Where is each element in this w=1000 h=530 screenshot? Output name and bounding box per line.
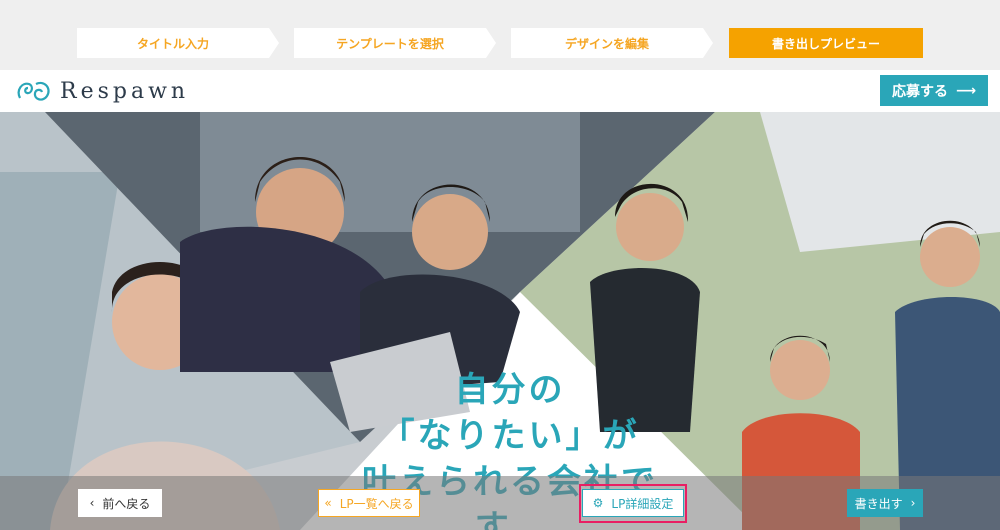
gear-icon: ⚙ bbox=[592, 496, 604, 510]
respawn-logo-icon bbox=[17, 81, 50, 101]
export-label: 書き出す bbox=[854, 496, 903, 511]
step-label: 書き出しプレビュー bbox=[771, 36, 880, 51]
step-select-template[interactable]: テンプレートを選択 bbox=[294, 28, 496, 58]
headline-line-1: 自分の bbox=[454, 370, 566, 410]
site-header: Respawn 応募する ⟶ bbox=[0, 70, 1000, 112]
chevron-left-icon: ‹ bbox=[89, 496, 95, 510]
prev-label: 前へ戻る bbox=[102, 496, 151, 511]
logo: Respawn bbox=[14, 76, 189, 106]
lp-list-label: LP一覧へ戻る bbox=[339, 496, 414, 511]
step-arrow-icon bbox=[269, 28, 279, 58]
arrow-right-icon: ⟶ bbox=[955, 82, 977, 99]
chevron-right-icon: › bbox=[910, 496, 916, 510]
preview-toolbar: ‹ 前へ戻る « LP一覧へ戻る ⚙ LP詳細設定 書き出す › bbox=[0, 476, 1000, 530]
step-arrow-icon bbox=[486, 28, 496, 58]
prev-button[interactable]: ‹ 前へ戻る bbox=[78, 489, 162, 517]
lp-detail-label: LP詳細設定 bbox=[611, 496, 674, 511]
apply-label: 応募する bbox=[891, 83, 948, 100]
logo-text: Respawn bbox=[60, 78, 190, 104]
export-button[interactable]: 書き出す › bbox=[847, 489, 923, 517]
hero-image: 自分の 「なりたい」が 叶えられる会社です。 bbox=[0, 112, 1000, 530]
lp-detail-settings-button[interactable]: ⚙ LP詳細設定 bbox=[582, 489, 684, 517]
step-export-preview[interactable]: 書き出しプレビュー bbox=[729, 28, 923, 58]
apply-button[interactable]: 応募する ⟶ bbox=[880, 75, 988, 106]
double-chevron-left-icon: « bbox=[324, 496, 332, 510]
step-title-input[interactable]: タイトル入力 bbox=[77, 28, 279, 58]
step-label: デザインを編集 bbox=[564, 36, 649, 51]
headline-line-2: 「なりたい」が bbox=[380, 416, 640, 456]
lp-list-button[interactable]: « LP一覧へ戻る bbox=[318, 489, 420, 517]
step-label: テンプレートを選択 bbox=[336, 36, 444, 51]
step-label: タイトル入力 bbox=[136, 36, 209, 51]
step-bar: タイトル入力 テンプレートを選択 デザインを編集 書き出しプレビュー bbox=[0, 0, 1000, 70]
step-arrow-icon bbox=[703, 28, 713, 58]
step-edit-design[interactable]: デザインを編集 bbox=[511, 28, 713, 58]
